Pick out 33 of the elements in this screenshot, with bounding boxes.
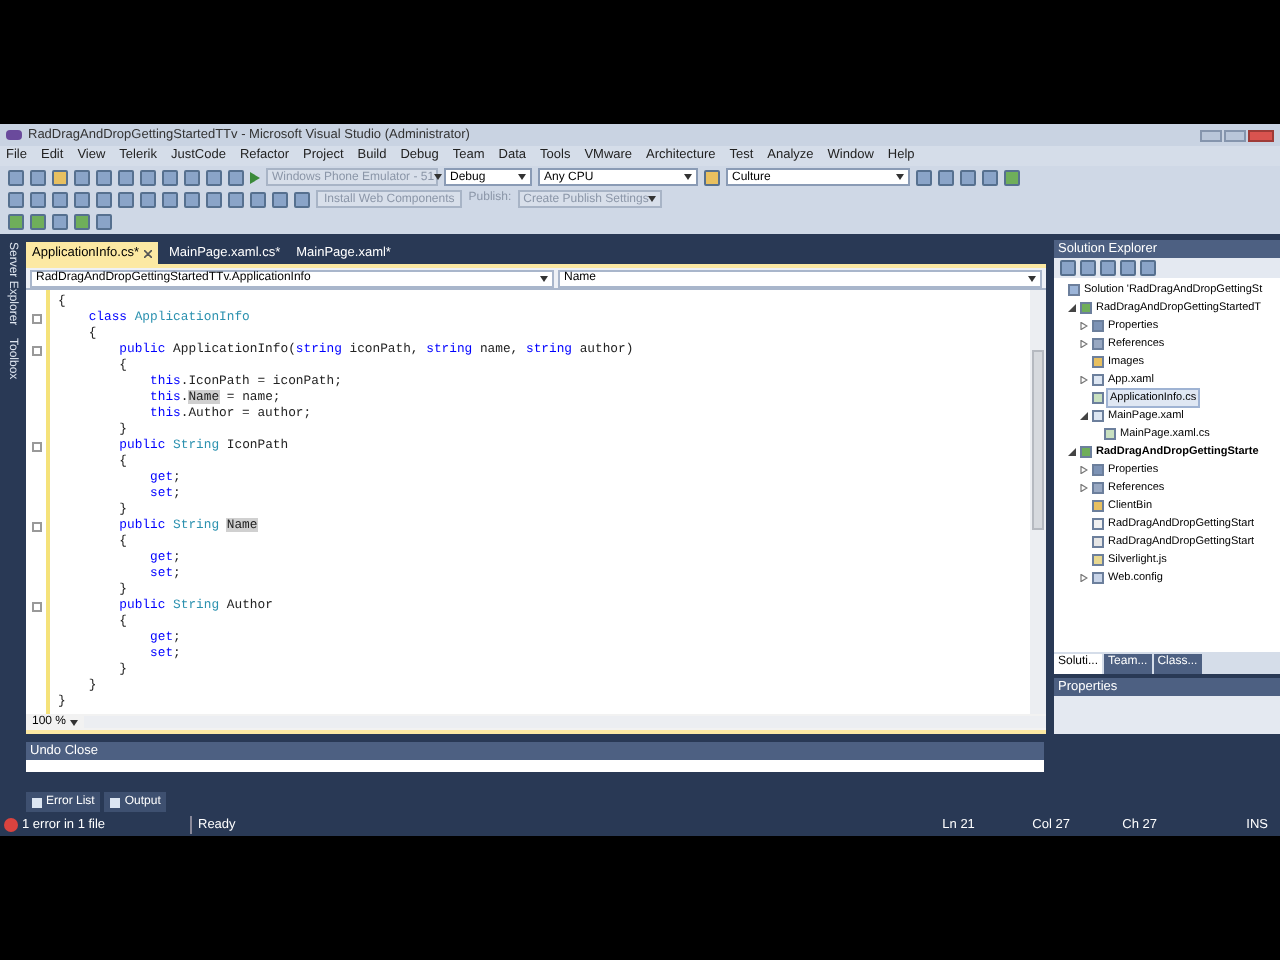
- expanded-arrow-icon[interactable]: [1068, 447, 1076, 455]
- collapse-toggle[interactable]: [31, 521, 41, 531]
- play-icon[interactable]: [250, 171, 260, 183]
- list-icon: [110, 797, 121, 807]
- close-icon[interactable]: [144, 249, 153, 257]
- vertical-scrollbar[interactable]: [1030, 290, 1046, 714]
- horizontal-scrollbar[interactable]: [84, 716, 1046, 728]
- collapse-toggle[interactable]: [31, 345, 41, 355]
- expanded-arrow-icon[interactable]: [1080, 411, 1088, 419]
- caret-icon[interactable]: [518, 174, 526, 180]
- minimize-button[interactable]: [1200, 129, 1222, 141]
- list-icon: [32, 797, 42, 807]
- collapse-toggle[interactable]: [31, 601, 41, 611]
- collapse-toggle[interactable]: [31, 441, 41, 451]
- collapse-toggle[interactable]: [31, 313, 41, 323]
- expanded-arrow-icon[interactable]: [1068, 303, 1076, 311]
- app-logo-icon: [6, 130, 22, 140]
- close-button[interactable]: [1248, 129, 1274, 141]
- caret-icon[interactable]: [684, 174, 692, 180]
- caret-icon[interactable]: [1028, 275, 1036, 281]
- collapsed-arrow-icon[interactable]: [1080, 321, 1088, 329]
- error-icon: [4, 818, 18, 832]
- collapsed-arrow-icon[interactable]: [1080, 339, 1088, 347]
- folder-icon: [1092, 499, 1104, 511]
- caret-icon[interactable]: [540, 275, 548, 281]
- caret-icon[interactable]: [896, 174, 904, 180]
- maximize-button[interactable]: [1224, 129, 1246, 141]
- caret-icon[interactable]: [70, 719, 79, 725]
- collapsed-arrow-icon[interactable]: [1080, 573, 1088, 581]
- folder-icon: [1092, 355, 1104, 367]
- collapsed-arrow-icon[interactable]: [1080, 483, 1088, 491]
- collapsed-arrow-icon[interactable]: [1080, 375, 1088, 383]
- collapsed-arrow-icon[interactable]: [1080, 465, 1088, 473]
